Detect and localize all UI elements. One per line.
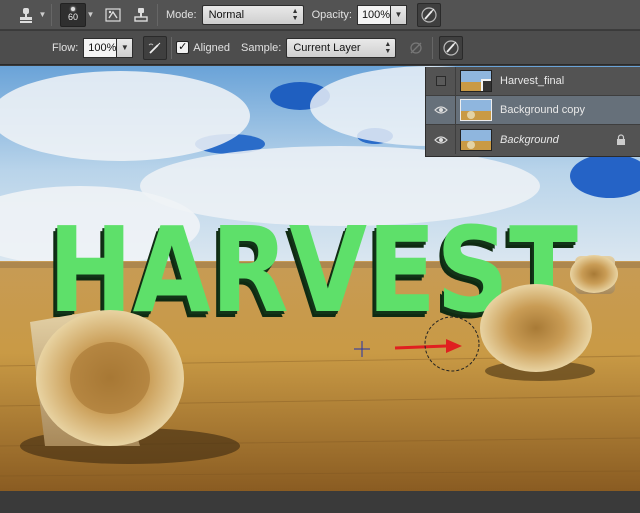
- brush-dropdown-icon[interactable]: ▼: [86, 3, 95, 27]
- aligned-checkbox[interactable]: ✓: [176, 41, 190, 54]
- ignore-adjustment-layers-icon[interactable]: [404, 36, 428, 60]
- eye-icon: [433, 106, 448, 114]
- sample-label: Sample:: [240, 41, 282, 54]
- aligned-label: Aligned: [193, 41, 230, 54]
- layer-row-background-copy[interactable]: Background copy: [426, 95, 640, 125]
- layer-thumbnail: [460, 99, 492, 121]
- status-bar: [0, 491, 640, 513]
- divider: [157, 3, 158, 26]
- layer-name: Background copy: [500, 104, 585, 116]
- layer-thumbnail: [460, 70, 492, 92]
- brush-panel-toggle-icon[interactable]: [101, 3, 125, 27]
- pressure-size-icon[interactable]: [439, 35, 464, 60]
- opacity-field[interactable]: 100%: [356, 4, 391, 25]
- layer-visibility-toggle[interactable]: [426, 125, 456, 154]
- brush-preset-picker[interactable]: 60: [60, 2, 86, 27]
- select-arrows-icon: ▲ ▼: [384, 40, 392, 55]
- opacity-value: 100%: [361, 8, 391, 21]
- clone-stamp-tool-icon[interactable]: [14, 3, 38, 27]
- layer-visibility-toggle[interactable]: [426, 66, 456, 96]
- flow-dropdown-icon[interactable]: ▼: [117, 37, 134, 58]
- divider: [51, 3, 52, 26]
- layer-name: Background: [500, 133, 559, 146]
- options-bar-bottom: Flow: 100% ▼ ✓ Aligned Sample: Current L…: [0, 31, 640, 65]
- sample-value: Current Layer: [293, 41, 361, 54]
- layer-row-harvest-final[interactable]: Harvest_final: [426, 66, 640, 96]
- eye-icon: [433, 135, 448, 144]
- tool-preset-dropdown-icon[interactable]: ▼: [38, 3, 47, 27]
- options-bar-top: ▼ 60 ▼ Mode: Normal ▲ ▼ Opacity: 100% ▼: [0, 0, 640, 30]
- flow-value: 100%: [88, 41, 117, 54]
- layer-row-background[interactable]: Background: [426, 125, 640, 154]
- mode-select[interactable]: Normal ▲ ▼: [201, 4, 304, 25]
- mode-label: Mode:: [166, 8, 197, 21]
- brush-size-value: 60: [67, 12, 78, 22]
- pressure-opacity-icon[interactable]: [416, 2, 441, 27]
- select-arrows-icon: ▲ ▼: [291, 7, 299, 22]
- brush-tip-icon: [71, 7, 75, 11]
- layer-thumbnail: [460, 128, 492, 151]
- hidden-layer-box: [435, 76, 446, 86]
- flow-field[interactable]: 100%: [83, 37, 118, 58]
- clone-source-panel-icon[interactable]: [129, 3, 153, 27]
- layer-name: Harvest_final: [500, 75, 565, 87]
- divider: [432, 36, 434, 59]
- hay-bale-far: [570, 255, 618, 294]
- opacity-label: Opacity:: [311, 8, 352, 21]
- mode-value: Normal: [208, 8, 245, 21]
- opacity-dropdown-icon[interactable]: ▼: [390, 4, 407, 25]
- flow-label: Flow:: [52, 41, 79, 54]
- sample-select[interactable]: Current Layer ▲ ▼: [286, 37, 397, 58]
- layers-panel: Harvest_final Background copy Background: [425, 66, 640, 157]
- lock-icon: [617, 134, 625, 145]
- layer-visibility-toggle[interactable]: [426, 95, 456, 125]
- divider: [171, 36, 173, 59]
- airbrush-icon[interactable]: [143, 35, 168, 60]
